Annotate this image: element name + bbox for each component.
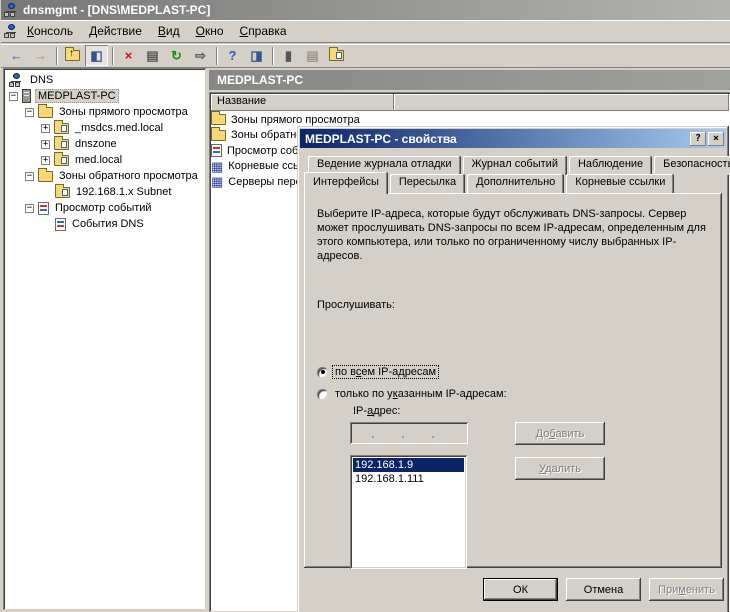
tree-item-event-viewer[interactable]: − Просмотр событий (3, 200, 206, 216)
cancel-button[interactable]: Отмена (566, 578, 641, 601)
clipboard-icon[interactable]: ▤ (301, 45, 324, 66)
console-window-icon[interactable] (4, 24, 19, 38)
up-one-level-icon[interactable]: ↑ (61, 45, 84, 66)
menu-action[interactable]: Действие (81, 21, 150, 41)
event-viewer-icon (211, 144, 222, 157)
collapse-icon[interactable]: − (25, 172, 34, 181)
expand-icon[interactable]: + (41, 156, 50, 165)
app-icon (4, 3, 19, 17)
toolbar-separator (112, 47, 114, 65)
column-header-name[interactable]: Название (211, 94, 394, 111)
event-viewer-icon (38, 202, 49, 215)
menu-bar: Консоль Действие Вид Окно Справка (1, 20, 730, 43)
expand-icon[interactable]: + (41, 140, 50, 149)
radio-button-icon[interactable] (317, 389, 328, 400)
tab-security[interactable]: Безопасность (654, 156, 730, 175)
child-window-title: MEDPLAST-PC (217, 73, 303, 87)
expand-icon[interactable]: + (41, 124, 50, 133)
tree-item-dnszone[interactable]: + dnszone (3, 136, 206, 152)
root-hints-icon: ▦ (211, 160, 223, 173)
interfaces-tab-page: Выберите IP-адреса, которые будут обслуж… (304, 193, 722, 568)
tab-advanced[interactable]: Дополнительно (467, 174, 564, 193)
help-icon[interactable]: ? (221, 45, 244, 66)
column-headers: Название (211, 94, 729, 111)
child-window-titlebar[interactable]: MEDPLAST-PC (209, 70, 730, 90)
listen-label: Прослушивать: (317, 299, 395, 311)
tab-forwarders[interactable]: Пересылка (390, 174, 465, 193)
ip-listbox[interactable]: 192.168.1.9 192.168.1.111 (350, 455, 467, 569)
apply-button[interactable]: Применить (649, 578, 724, 601)
zone-icon (54, 155, 69, 166)
add-button[interactable]: Добавить (515, 422, 605, 445)
menu-view[interactable]: Вид (150, 21, 188, 41)
console-tree: DNS − MEDPLAST-PC − Зоны прямого просмот… (3, 68, 206, 610)
tree-item-msdcs[interactable]: + _msdcs.med.local (3, 120, 206, 136)
tab-root-hints[interactable]: Корневые ссылки (566, 174, 674, 193)
folder-icon (38, 107, 53, 118)
description-text: Выберите IP-адреса, которые будут обслуж… (317, 207, 711, 263)
dialog-help-button[interactable]: ? (690, 132, 706, 146)
collapse-icon[interactable]: − (25, 204, 34, 213)
tree-item-forward-zones[interactable]: − Зоны прямого просмотра (3, 104, 206, 120)
listbox-item[interactable]: 192.168.1.111 (353, 472, 464, 486)
server-tower-icon (22, 89, 31, 103)
tree-item-server[interactable]: − MEDPLAST-PC (3, 88, 206, 104)
toolbar-separator (56, 47, 58, 65)
folder-icon (211, 130, 226, 141)
dialog-titlebar[interactable]: MEDPLAST-PC - свойства ? × (300, 129, 726, 148)
zone-icon (55, 187, 70, 198)
folder-icon (211, 114, 226, 125)
dialog-close-button[interactable]: × (708, 132, 724, 146)
collapse-icon[interactable]: − (9, 92, 18, 101)
properties-icon[interactable]: ▤ (141, 45, 164, 66)
dialog-title: MEDPLAST-PC - свойства (305, 132, 688, 146)
listbox-item[interactable]: 192.168.1.9 (353, 458, 464, 472)
window-title: dnsmgmt - [DNS\MEDPLAST-PC] (23, 3, 210, 17)
tab-event-logging[interactable]: Журнал событий (463, 156, 567, 175)
delete-icon[interactable]: × (117, 45, 140, 66)
ip-address-input[interactable]: . . . (350, 422, 468, 444)
window-titlebar[interactable]: dnsmgmt - [DNS\MEDPLAST-PC] (1, 0, 730, 20)
collapse-icon[interactable]: − (25, 108, 34, 117)
ip-address-label: IP-адрес: (353, 405, 400, 417)
zone-icon (54, 123, 69, 134)
tab-strip: Ведение журнала отладки Журнал событий Н… (304, 156, 722, 568)
tree-item-subnet[interactable]: 192.168.1.x Subnet (3, 184, 206, 200)
toolbar-separator (272, 47, 274, 65)
toolbar: ← → ↑ ◧ × ▤ ↻ ⇨ ? ◨ ▮ ▤ (1, 44, 730, 68)
event-log-icon (55, 218, 66, 231)
folder-icon (38, 171, 53, 182)
tree-item-medlocal[interactable]: + med.local (3, 152, 206, 168)
remove-button[interactable]: Удалить (515, 457, 605, 480)
show-window-icon[interactable]: ◨ (245, 45, 268, 66)
properties-dialog: MEDPLAST-PC - свойства ? × Ведение журна… (297, 126, 729, 612)
toolbar-separator (216, 47, 218, 65)
forwarders-icon: ▦ (211, 175, 223, 188)
export-list-icon[interactable]: ⇨ (189, 45, 212, 66)
tree-item-reverse-zones[interactable]: − Зоны обратного просмотра (3, 168, 206, 184)
folder-copy-icon[interactable] (325, 45, 348, 66)
server-icon[interactable]: ▮ (277, 45, 300, 66)
main-window: dnsmgmt - [DNS\MEDPLAST-PC] Консоль Дейс… (0, 0, 730, 612)
menu-help[interactable]: Справка (232, 21, 295, 41)
refresh-icon[interactable]: ↻ (165, 45, 188, 66)
back-icon[interactable]: ← (5, 45, 28, 66)
forward-icon[interactable]: → (29, 45, 52, 66)
ok-button[interactable]: ОК (483, 578, 558, 601)
tab-monitoring[interactable]: Наблюдение (569, 156, 652, 175)
radio-button-icon[interactable] (317, 367, 328, 378)
radio-specified-ip[interactable]: только по указанным IP-адресам: (317, 388, 509, 400)
tree-item-dns-root[interactable]: DNS (3, 72, 206, 88)
tab-interfaces[interactable]: Интерфейсы (304, 172, 388, 194)
tree-item-dns-events[interactable]: События DNS (3, 216, 206, 232)
zone-icon (54, 139, 69, 150)
menu-console[interactable]: Консоль (19, 21, 81, 41)
column-header-empty[interactable] (394, 94, 729, 111)
dns-root-icon (9, 73, 24, 87)
menu-window[interactable]: Окно (188, 21, 232, 41)
radio-all-ip[interactable]: по всем IP-адресам (317, 366, 438, 378)
show-console-tree-icon[interactable]: ◧ (85, 45, 108, 66)
